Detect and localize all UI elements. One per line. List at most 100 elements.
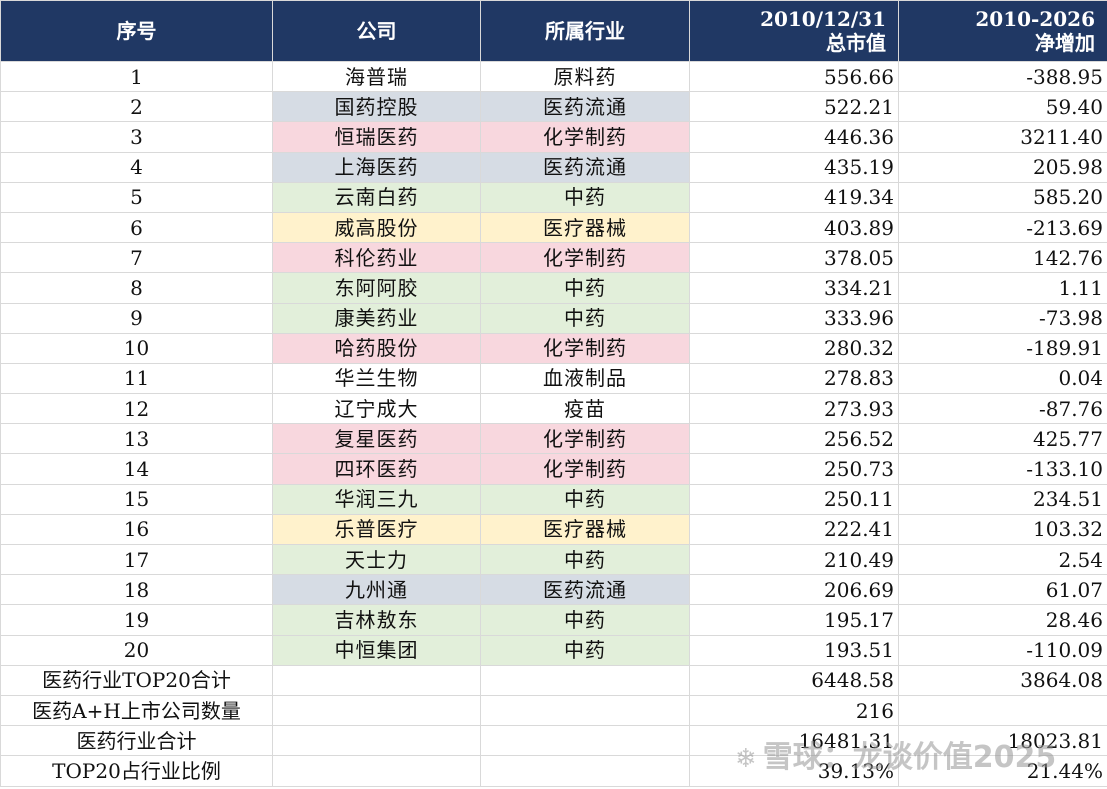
industry-cell: 化学制药: [480, 332, 690, 364]
market-cap-cell: 522.21: [689, 91, 899, 123]
company-cell: 乐普医疗: [272, 513, 481, 546]
rank-cell: 18: [0, 574, 273, 606]
company-cell: 恒瑞医药: [272, 121, 481, 153]
industry-cell: 化学制药: [480, 453, 690, 485]
header-industry: 所属行业: [480, 0, 690, 62]
header-row: 序号 公司 所属行业 2010/12/31 总市值 2010-2026 净增加: [0, 0, 1107, 62]
table-row: 10 哈药股份 化学制药 280.32 -189.91: [0, 332, 1107, 364]
industry-cell: 医药流通: [480, 151, 690, 183]
rank-cell: 12: [0, 393, 273, 425]
table-row: 2 国药控股 医药流通 522.21 59.40: [0, 91, 1107, 123]
net-increase-cell: 1.11: [898, 272, 1107, 304]
market-cap-cell: 256.52: [689, 423, 899, 455]
company-cell: 科伦药业: [272, 242, 481, 274]
summary-net-increase-cell: 18023.81: [898, 725, 1107, 757]
summary-market-cap-cell: 16481.31: [689, 725, 899, 757]
table-row: 6 威高股份 医疗器械 403.89 -213.69: [0, 211, 1107, 244]
company-cell: 中恒集团: [272, 634, 481, 666]
company-cell: 华润三九: [272, 483, 481, 515]
company-cell: 国药控股: [272, 91, 481, 123]
company-cell: 康美药业: [272, 302, 481, 334]
rank-cell: 20: [0, 634, 273, 666]
rank-cell: 13: [0, 423, 273, 455]
company-cell: 吉林敖东: [272, 604, 481, 636]
industry-cell: 原料药: [480, 60, 690, 93]
summary-market-cap-cell: 39.13%: [689, 755, 899, 787]
industry-cell: 医药流通: [480, 574, 690, 606]
net-increase-cell: 0.04: [898, 362, 1107, 395]
summary-empty-cell: [272, 664, 481, 696]
company-cell: 辽宁成大: [272, 393, 481, 425]
company-cell: 哈药股份: [272, 332, 481, 364]
pharma-top20-table: 序号 公司 所属行业 2010/12/31 总市值 2010-2026 净增加 …: [0, 0, 1107, 787]
table-row: 16 乐普医疗 医疗器械 222.41 103.32: [0, 513, 1107, 546]
table-row: 15 华润三九 中药 250.11 234.51: [0, 483, 1107, 515]
rank-cell: 15: [0, 483, 273, 515]
rank-cell: 2: [0, 91, 273, 123]
table-row: 17 天士力 中药 210.49 2.54: [0, 543, 1107, 576]
header-company: 公司: [272, 0, 481, 62]
header-market-cap-label: 总市值: [826, 31, 886, 55]
rank-cell: 6: [0, 211, 273, 244]
market-cap-cell: 334.21: [689, 272, 899, 304]
industry-cell: 疫苗: [480, 393, 690, 425]
industry-cell: 中药: [480, 483, 690, 515]
rank-cell: 1: [0, 60, 273, 93]
header-net-increase-label: 净增加: [1035, 31, 1095, 55]
net-increase-cell: 3211.40: [898, 121, 1107, 153]
summary-market-cap-cell: 6448.58: [689, 664, 899, 696]
summary-empty-cell: [272, 694, 481, 727]
summary-label-cell: TOP20占行业比例: [0, 755, 273, 787]
industry-cell: 中药: [480, 302, 690, 334]
rank-cell: 8: [0, 272, 273, 304]
market-cap-cell: 403.89: [689, 211, 899, 244]
industry-cell: 医药流通: [480, 91, 690, 123]
rank-cell: 3: [0, 121, 273, 153]
table-row: 9 康美药业 中药 333.96 -73.98: [0, 302, 1107, 334]
industry-cell: 化学制药: [480, 423, 690, 455]
company-cell: 九州通: [272, 574, 481, 606]
header-market-cap-date: 2010/12/31: [760, 7, 886, 31]
table-row: 1 海普瑞 原料药 556.66 -388.95: [0, 60, 1107, 93]
summary-empty-cell: [272, 755, 481, 787]
summary-net-increase-cell: [898, 694, 1107, 727]
market-cap-cell: 278.83: [689, 362, 899, 395]
net-increase-cell: 59.40: [898, 91, 1107, 123]
market-cap-cell: 222.41: [689, 513, 899, 546]
company-cell: 威高股份: [272, 211, 481, 244]
table-row: 8 东阿阿胶 中药 334.21 1.11: [0, 272, 1107, 304]
company-cell: 天士力: [272, 543, 481, 576]
rank-cell: 7: [0, 242, 273, 274]
industry-cell: 化学制药: [480, 121, 690, 153]
table-row: 11 华兰生物 血液制品 278.83 0.04: [0, 362, 1107, 395]
table-row: 19 吉林敖东 中药 195.17 28.46: [0, 604, 1107, 636]
summary-label-cell: 医药A+H上市公司数量: [0, 694, 273, 727]
rank-cell: 5: [0, 181, 273, 213]
table-row: 18 九州通 医药流通 206.69 61.07: [0, 574, 1107, 606]
net-increase-cell: -388.95: [898, 60, 1107, 93]
net-increase-cell: 61.07: [898, 574, 1107, 606]
summary-row: 医药A+H上市公司数量 216: [0, 694, 1107, 727]
market-cap-cell: 195.17: [689, 604, 899, 636]
net-increase-cell: 2.54: [898, 543, 1107, 576]
rank-cell: 14: [0, 453, 273, 485]
net-increase-cell: 142.76: [898, 242, 1107, 274]
header-rank: 序号: [0, 0, 273, 62]
rank-cell: 19: [0, 604, 273, 636]
market-cap-cell: 250.73: [689, 453, 899, 485]
company-cell: 海普瑞: [272, 60, 481, 93]
table-row: 12 辽宁成大 疫苗 273.93 -87.76: [0, 393, 1107, 425]
rank-cell: 16: [0, 513, 273, 546]
summary-row: TOP20占行业比例 39.13% 21.44%: [0, 755, 1107, 787]
net-increase-cell: -189.91: [898, 332, 1107, 364]
net-increase-cell: -213.69: [898, 211, 1107, 244]
summary-label-cell: 医药行业合计: [0, 725, 273, 757]
table-row: 3 恒瑞医药 化学制药 446.36 3211.40: [0, 121, 1107, 153]
company-cell: 东阿阿胶: [272, 272, 481, 304]
rank-cell: 11: [0, 362, 273, 395]
net-increase-cell: 585.20: [898, 181, 1107, 213]
market-cap-cell: 419.34: [689, 181, 899, 213]
net-increase-cell: -73.98: [898, 302, 1107, 334]
market-cap-cell: 210.49: [689, 543, 899, 576]
table-row: 5 云南白药 中药 419.34 585.20: [0, 181, 1107, 213]
